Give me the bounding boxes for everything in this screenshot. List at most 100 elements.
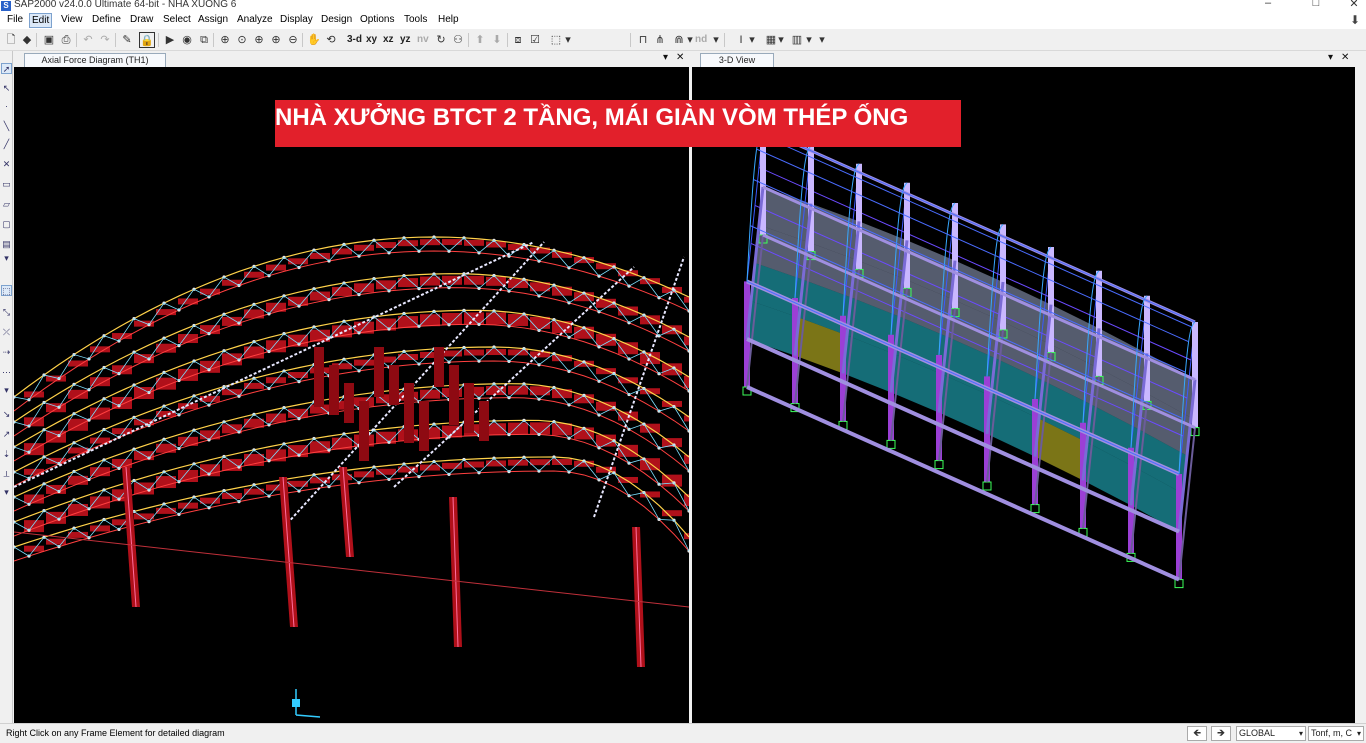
refresh-view-icon[interactable]: ⧉: [196, 32, 212, 48]
tab-3d-view[interactable]: 3-D View: [700, 53, 774, 67]
zoom-previous-icon[interactable]: ⊖: [285, 32, 301, 48]
draw-rect-icon[interactable]: ▢: [1, 219, 12, 230]
nd-dropdown-icon[interactable]: ▾: [712, 32, 720, 48]
menu-assign[interactable]: Assign: [196, 14, 230, 25]
snap-mid-icon[interactable]: ↗: [1, 429, 12, 440]
pencil-icon[interactable]: ✎: [119, 32, 135, 48]
area-dropdown-icon[interactable]: ▾: [777, 32, 785, 48]
section-dropdown-icon[interactable]: ▾: [748, 32, 756, 48]
download-icon[interactable]: ⬇: [1350, 13, 1360, 27]
zoom-window-icon[interactable]: ⊕: [217, 32, 233, 48]
maximize-button[interactable]: □: [1306, 0, 1326, 9]
nd-button[interactable]: nd: [694, 32, 708, 48]
previous-arrow-button[interactable]: 🡸: [1187, 726, 1207, 741]
snap-intersect-icon[interactable]: ⟂: [1, 469, 12, 480]
grid-dropdown-icon[interactable]: ▾: [805, 32, 813, 48]
3d-view-viewport[interactable]: [692, 67, 1355, 723]
menu-analyze[interactable]: Analyze: [235, 14, 275, 25]
more-dropdown-icon[interactable]: ▾: [818, 32, 826, 48]
view-3d-button[interactable]: 3-d: [346, 32, 363, 48]
select-more-icon[interactable]: ▾: [1, 385, 12, 396]
set-elements-icon[interactable]: ⬚: [548, 32, 564, 48]
menu-select[interactable]: Select: [161, 14, 193, 25]
right-panel-dropdown[interactable]: ▾: [1328, 52, 1333, 63]
left-panel-dropdown[interactable]: ▾: [663, 52, 668, 63]
draw-frame-icon[interactable]: ⊓: [635, 32, 651, 48]
draw-poly-icon[interactable]: ▱: [1, 199, 12, 210]
draw-dropdown-icon[interactable]: ▾: [686, 32, 694, 48]
toolbar-dropdown-icon[interactable]: ▾: [564, 32, 572, 48]
menu-help[interactable]: Help: [436, 14, 461, 25]
select-all-icon[interactable]: ⋯: [1, 367, 12, 378]
minimize-button[interactable]: –: [1258, 0, 1278, 9]
units-select[interactable]: Tonf, m, C ▾: [1308, 726, 1364, 741]
menu-view[interactable]: View: [59, 14, 85, 25]
support-icon: [1030, 504, 1040, 514]
save-icon[interactable]: ▣: [41, 32, 57, 48]
run-analysis-icon[interactable]: ▶: [162, 32, 178, 48]
view-yz-button[interactable]: yz: [399, 32, 412, 48]
support-icon: [886, 439, 896, 449]
menu-edit[interactable]: Edit: [29, 13, 53, 28]
draw-cable-icon[interactable]: ╱: [1, 139, 12, 150]
pan-icon[interactable]: ✋: [306, 32, 322, 48]
select-intersect-icon[interactable]: ⤫: [1, 327, 12, 338]
snap-line-icon[interactable]: ⇣: [1, 449, 12, 460]
select-pointer-icon[interactable]: ⬚: [1, 285, 12, 296]
snap-point-icon[interactable]: ↘: [1, 409, 12, 420]
select-poly-icon[interactable]: ⤡: [1, 307, 12, 318]
set-display-options-icon[interactable]: ☑: [527, 32, 543, 48]
draw-arch-icon[interactable]: ⋒: [671, 32, 687, 48]
menu-options[interactable]: Options: [358, 14, 396, 25]
axial-force-bar: [332, 287, 352, 297]
rotate-3d-icon[interactable]: ⟲: [323, 32, 339, 48]
view-xz-button[interactable]: xz: [382, 32, 395, 48]
left-panel-close[interactable]: ✕: [676, 52, 684, 63]
move-down-icon[interactable]: ⬇: [489, 32, 505, 48]
draw-more-icon[interactable]: ▾: [1, 253, 12, 264]
undo-icon[interactable]: ↶: [80, 32, 96, 48]
tab-axial-force-diagram[interactable]: Axial Force Diagram (TH1): [24, 53, 166, 67]
lock-icon[interactable]: 🔒: [139, 32, 155, 48]
menu-design[interactable]: Design: [319, 14, 354, 25]
axial-force-diagram[interactable]: [14, 67, 689, 723]
view-nv-button[interactable]: nv: [416, 32, 430, 48]
open-model-icon[interactable]: ◆: [19, 32, 35, 48]
print-icon[interactable]: ⎙: [58, 32, 74, 48]
rotate-icon[interactable]: ↻: [433, 32, 449, 48]
draw-truss-icon[interactable]: ⋔: [652, 32, 668, 48]
draw-area-icon[interactable]: ▭: [1, 179, 12, 190]
draw-solid-icon[interactable]: ▤: [1, 239, 12, 250]
section-icon[interactable]: I: [733, 32, 749, 48]
object-shrink-icon[interactable]: ⧈: [510, 32, 526, 48]
axial-force-bar: [332, 248, 352, 255]
menu-define[interactable]: Define: [90, 14, 123, 25]
draw-joint-icon[interactable]: ·: [1, 101, 12, 112]
move-up-icon[interactable]: ⬆: [472, 32, 488, 48]
menu-display[interactable]: Display: [278, 14, 315, 25]
zoom-full-icon[interactable]: ⊙: [234, 32, 250, 48]
draw-line-icon[interactable]: ╲: [1, 121, 12, 132]
close-window-button[interactable]: ✕: [1344, 0, 1364, 10]
run-now-icon[interactable]: ◉: [179, 32, 195, 48]
next-arrow-button[interactable]: 🡺: [1211, 726, 1231, 741]
zoom-in-icon[interactable]: ⊕: [251, 32, 267, 48]
menu-file[interactable]: File: [5, 14, 25, 25]
snap-more-icon[interactable]: ▾: [1, 487, 12, 498]
reshape-icon[interactable]: ↖: [1, 83, 12, 94]
right-panel-close[interactable]: ✕: [1341, 52, 1349, 63]
select-previous-icon[interactable]: ⇢: [1, 347, 12, 358]
perspective-icon[interactable]: ⚇: [450, 32, 466, 48]
pointer-icon[interactable]: ➚: [1, 63, 12, 74]
zoom-out-icon[interactable]: ⊕: [268, 32, 284, 48]
menu-tools[interactable]: Tools: [402, 14, 429, 25]
redo-icon[interactable]: ↷: [97, 32, 113, 48]
axial-force-viewport[interactable]: [14, 67, 689, 723]
draw-brace-icon[interactable]: ✕: [1, 159, 12, 170]
new-model-icon[interactable]: 🗋: [3, 32, 19, 48]
coord-system-select[interactable]: GLOBAL ▾: [1236, 726, 1306, 741]
grid-icon[interactable]: ▥: [789, 32, 805, 48]
view-xy-button[interactable]: xy: [365, 32, 378, 48]
menu-draw[interactable]: Draw: [128, 14, 155, 25]
3d-model-view[interactable]: [692, 67, 1355, 723]
